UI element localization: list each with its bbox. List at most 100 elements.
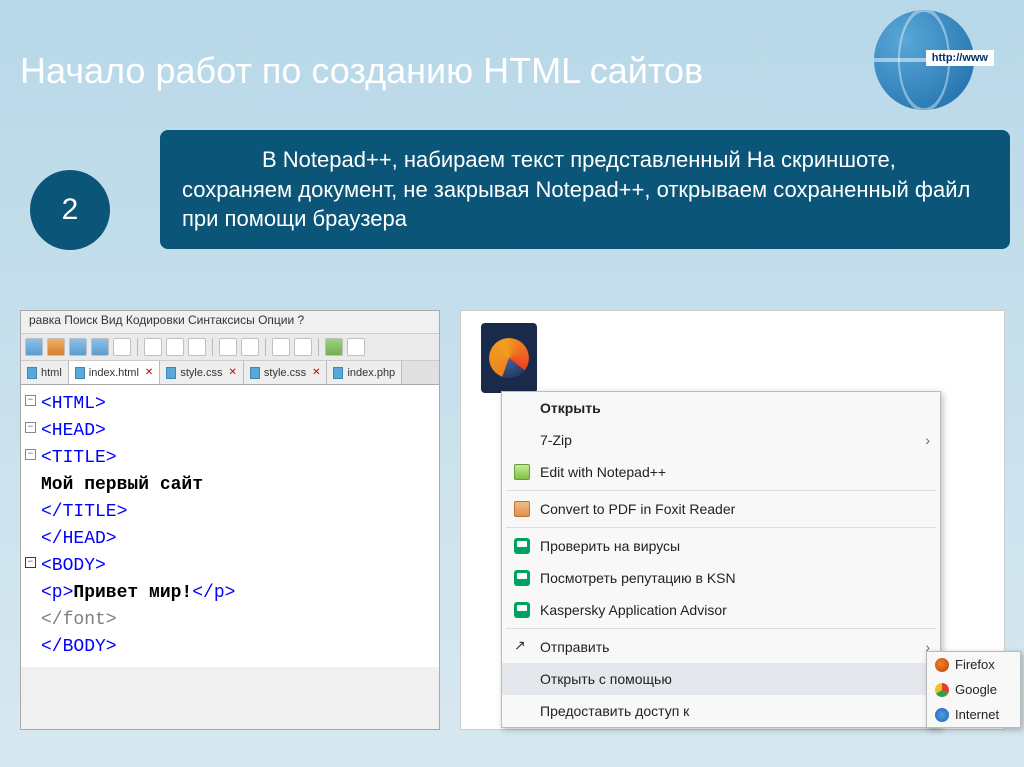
- fold-icon[interactable]: −: [25, 557, 36, 568]
- kaspersky-icon: [514, 570, 530, 586]
- toolbar-separator: [137, 338, 138, 356]
- code-text: Привет мир!: [73, 583, 192, 603]
- firefox-file-icon[interactable]: [481, 323, 537, 393]
- menu-label: Convert to PDF in Foxit Reader: [540, 501, 735, 517]
- menu-separator: [506, 490, 936, 491]
- pdf-icon: [514, 501, 530, 517]
- notepad-icon: [514, 464, 530, 480]
- menu-separator: [506, 628, 936, 629]
- fold-icon[interactable]: −: [25, 449, 36, 460]
- menu-label: Посмотреть репутацию в KSN: [540, 570, 736, 586]
- blank-icon: [514, 432, 530, 448]
- submenu-item-internet[interactable]: Internet: [927, 702, 1020, 727]
- copy-icon[interactable]: [166, 338, 184, 356]
- submenu-label: Firefox: [955, 657, 995, 672]
- tab-file[interactable]: html: [21, 361, 69, 384]
- menu-item-edit-npp[interactable]: Edit with Notepad++: [502, 456, 940, 488]
- menu-label: Проверить на вирусы: [540, 538, 680, 554]
- share-icon: [514, 639, 530, 655]
- submenu-item-firefox[interactable]: Firefox: [927, 652, 1020, 677]
- globe-banner: http://www: [926, 50, 994, 66]
- close-icon[interactable]: ✕: [145, 367, 153, 378]
- blank-icon: [514, 703, 530, 719]
- menu-label: Edit with Notepad++: [540, 464, 666, 480]
- file-icon: [75, 367, 85, 379]
- code-tag: <p>: [41, 583, 73, 603]
- code-tag: <HEAD>: [41, 421, 106, 441]
- menu-label: Отправить: [540, 639, 609, 655]
- print-icon[interactable]: [113, 338, 131, 356]
- description-box: В Notepad++, набираем текст представленн…: [160, 130, 1010, 249]
- toolbar-separator: [212, 338, 213, 356]
- code-text: Мой первый сайт: [41, 475, 203, 495]
- context-menu: Открыть 7-Zip › Edit with Notepad++ Conv…: [501, 391, 941, 728]
- menu-label: Открыть с помощью: [540, 671, 672, 687]
- menu-item-advisor[interactable]: Kaspersky Application Advisor: [502, 594, 940, 626]
- paste-icon[interactable]: [188, 338, 206, 356]
- code-tag: </BODY>: [41, 637, 117, 657]
- blank-icon: [514, 671, 530, 687]
- menu-item-open[interactable]: Открыть: [502, 392, 940, 424]
- menu-item-scan[interactable]: Проверить на вирусы: [502, 530, 940, 562]
- submenu-item-google[interactable]: Google: [927, 677, 1020, 702]
- toolbar-separator: [265, 338, 266, 356]
- kaspersky-icon: [514, 602, 530, 618]
- save-icon[interactable]: [69, 338, 87, 356]
- zoom-icon[interactable]: [347, 338, 365, 356]
- blank-icon: [514, 400, 530, 416]
- firefox-icon: [935, 658, 949, 672]
- menu-item-convert-pdf[interactable]: Convert to PDF in Foxit Reader: [502, 493, 940, 525]
- play-icon[interactable]: [325, 338, 343, 356]
- submenu-label: Google: [955, 682, 997, 697]
- new-file-icon[interactable]: [25, 338, 43, 356]
- globe-decoration: http://www: [844, 0, 994, 120]
- code-tag: <HTML>: [41, 394, 106, 414]
- open-file-icon[interactable]: [47, 338, 65, 356]
- fold-icon[interactable]: −: [25, 422, 36, 433]
- tab-file[interactable]: style.css✕: [244, 361, 328, 384]
- save-all-icon[interactable]: [91, 338, 109, 356]
- find-icon[interactable]: [272, 338, 290, 356]
- menu-item-share-access[interactable]: Предоставить доступ к ›: [502, 695, 940, 727]
- tab-file[interactable]: index.html✕: [69, 361, 161, 384]
- open-with-submenu: Firefox Google Internet: [926, 651, 1021, 728]
- tab-file[interactable]: style.css✕: [160, 361, 244, 384]
- npp-tab-bar[interactable]: html index.html✕ style.css✕ style.css✕ i…: [21, 361, 439, 385]
- code-tag: </HEAD>: [41, 529, 117, 549]
- submenu-label: Internet: [955, 707, 999, 722]
- cut-icon[interactable]: [144, 338, 162, 356]
- file-icon: [250, 367, 260, 379]
- close-icon[interactable]: ✕: [229, 367, 237, 378]
- menu-label: Открыть: [540, 400, 601, 416]
- redo-icon[interactable]: [241, 338, 259, 356]
- code-tag: <TITLE>: [41, 448, 117, 468]
- undo-icon[interactable]: [219, 338, 237, 356]
- code-editor[interactable]: −<HTML> −<HEAD> −<TITLE> Мой первый сайт…: [21, 385, 439, 667]
- menu-item-7zip[interactable]: 7-Zip ›: [502, 424, 940, 456]
- notepad-plus-plus-window: равка Поиск Вид Кодировки Синтаксисы Опц…: [20, 310, 440, 730]
- code-tag: </TITLE>: [41, 502, 127, 522]
- code-tag: </p>: [192, 583, 235, 603]
- slide-title: Начало работ по созданию HTML сайтов: [20, 50, 703, 92]
- file-explorer-window: Открыть 7-Zip › Edit with Notepad++ Conv…: [460, 310, 1005, 730]
- close-icon[interactable]: ✕: [312, 367, 320, 378]
- npp-toolbar[interactable]: [21, 333, 439, 361]
- menu-item-ksn[interactable]: Посмотреть репутацию в KSN: [502, 562, 940, 594]
- toolbar-separator: [318, 338, 319, 356]
- fold-icon[interactable]: −: [25, 395, 36, 406]
- menu-separator: [506, 527, 936, 528]
- description-text: В Notepad++, набираем текст представленн…: [182, 147, 970, 231]
- code-tag: <BODY>: [41, 556, 106, 576]
- menu-item-send[interactable]: Отправить ›: [502, 631, 940, 663]
- file-icon: [27, 367, 37, 379]
- menu-label: 7-Zip: [540, 432, 572, 448]
- menu-item-open-with[interactable]: Открыть с помощью ›: [502, 663, 940, 695]
- file-icon: [166, 367, 176, 379]
- replace-icon[interactable]: [294, 338, 312, 356]
- code-tag: </font>: [41, 610, 117, 630]
- chrome-icon: [935, 683, 949, 697]
- tab-file[interactable]: index.php: [327, 361, 402, 384]
- menu-label: Предоставить доступ к: [540, 703, 689, 719]
- npp-menubar[interactable]: равка Поиск Вид Кодировки Синтаксисы Опц…: [21, 311, 439, 333]
- chevron-right-icon: ›: [925, 432, 930, 448]
